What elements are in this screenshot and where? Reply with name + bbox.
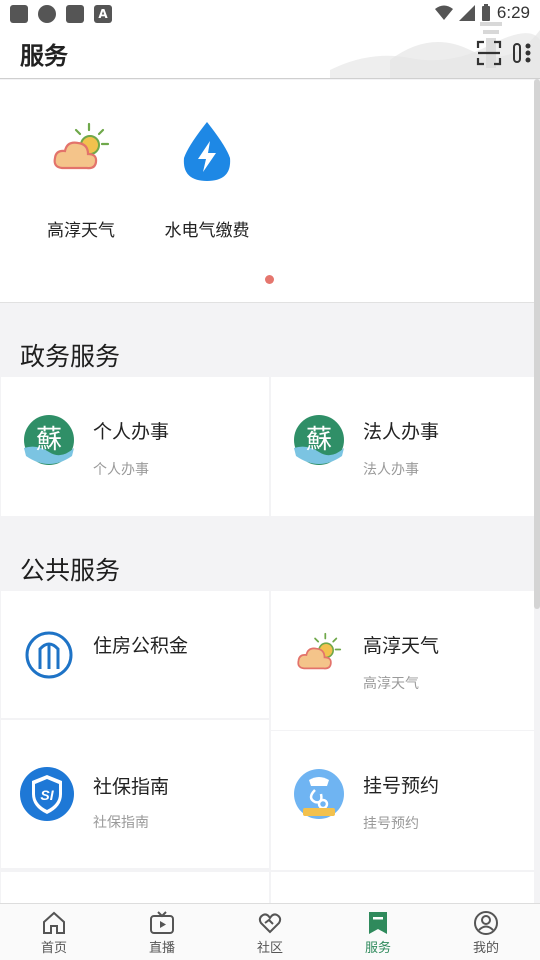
- svg-text:SI: SI: [40, 787, 54, 803]
- top-bar: A 6:29 服务: [0, 0, 540, 79]
- community-icon: [258, 913, 282, 934]
- nav-label: 我的: [472, 941, 499, 956]
- more-menu-icon[interactable]: [512, 40, 534, 66]
- app-notification-icon: [10, 5, 28, 23]
- weather-icon: [297, 632, 342, 670]
- service-card-title: 住房公积金: [93, 635, 189, 657]
- banner-app-utility[interactable]: 水电气缴费: [152, 118, 262, 241]
- service-card-social-security[interactable]: SI 社保指南 社保指南: [1, 720, 269, 868]
- page-title: 服务: [20, 42, 68, 70]
- nav-item-home[interactable]: 首页: [0, 904, 108, 960]
- nav-item-community[interactable]: 社区: [216, 904, 324, 960]
- status-bar: A 6:29: [0, 0, 540, 28]
- profile-icon: [474, 911, 498, 935]
- service-card-personal[interactable]: 蘇 个人办事 个人办事: [1, 377, 269, 516]
- social-security-shield-icon: SI: [20, 767, 74, 821]
- service-card-title: 高淳天气: [363, 635, 440, 657]
- nav-item-service[interactable]: 服务: [324, 904, 432, 960]
- service-card-title: 个人办事: [93, 421, 170, 443]
- service-card-housing-fund[interactable]: 住房公积金: [1, 591, 269, 718]
- weather-icon: [53, 122, 110, 170]
- nav-label: 直播: [148, 941, 175, 956]
- font-a-icon: A: [94, 5, 112, 23]
- sync-icon: [38, 5, 56, 23]
- su-logo-icon: 蘇: [24, 415, 74, 465]
- nav-label: 首页: [40, 941, 67, 956]
- banner-app-weather[interactable]: 高淳天气: [26, 118, 136, 241]
- service-card-weather[interactable]: 高淳天气 高淳天气: [271, 591, 534, 730]
- battery-icon: [481, 4, 490, 21]
- nav-label: 社区: [256, 941, 283, 956]
- signal-icon: [458, 5, 475, 21]
- nav-label: 服务: [364, 941, 391, 956]
- home-icon: [43, 911, 65, 934]
- scan-icon[interactable]: [476, 40, 502, 66]
- section-title-public: 公共服务: [20, 556, 121, 585]
- su-logo-icon: 蘇: [294, 415, 344, 465]
- svg-text:蘇: 蘇: [36, 425, 62, 455]
- scrollbar[interactable]: [534, 79, 540, 609]
- hospital-registration-icon: [294, 769, 344, 819]
- service-bookmark-icon: [369, 912, 387, 934]
- nav-item-profile[interactable]: 我的: [432, 904, 540, 960]
- wifi-icon: [434, 5, 453, 20]
- banner-app-label: 水电气缴费: [164, 221, 250, 241]
- banner-app-label: 高淳天气: [47, 221, 115, 241]
- nav-item-live[interactable]: 直播: [108, 904, 216, 960]
- service-card-subtitle: 法人办事: [363, 462, 419, 478]
- service-card-title: 法人办事: [363, 421, 440, 443]
- carousel-page-indicator: [265, 275, 274, 284]
- utility-payment-icon: [183, 122, 231, 181]
- service-card-subtitle: 挂号预约: [363, 816, 419, 832]
- card-icon: [66, 5, 84, 23]
- bottom-nav: 首页 直播 社区 服务 我的: [0, 903, 540, 960]
- status-time: 6:29: [496, 3, 530, 22]
- svg-text:蘇: 蘇: [306, 425, 332, 455]
- housing-fund-icon: [25, 631, 73, 679]
- service-card-title: 社保指南: [93, 776, 170, 798]
- service-card-registration[interactable]: 挂号预约 挂号预约: [271, 731, 534, 870]
- service-card-legal[interactable]: 蘇 法人办事 法人办事: [271, 377, 534, 516]
- service-card-subtitle: 高淳天气: [363, 676, 419, 692]
- section-title-gov: 政务服务: [20, 342, 121, 371]
- service-card-subtitle: 个人办事: [93, 462, 149, 478]
- quick-apps-banner: 高淳天气 水电气缴费: [0, 80, 540, 303]
- service-card-title: 挂号预约: [363, 775, 440, 797]
- service-card-subtitle: 社保指南: [93, 815, 149, 831]
- live-tv-icon: [150, 911, 174, 934]
